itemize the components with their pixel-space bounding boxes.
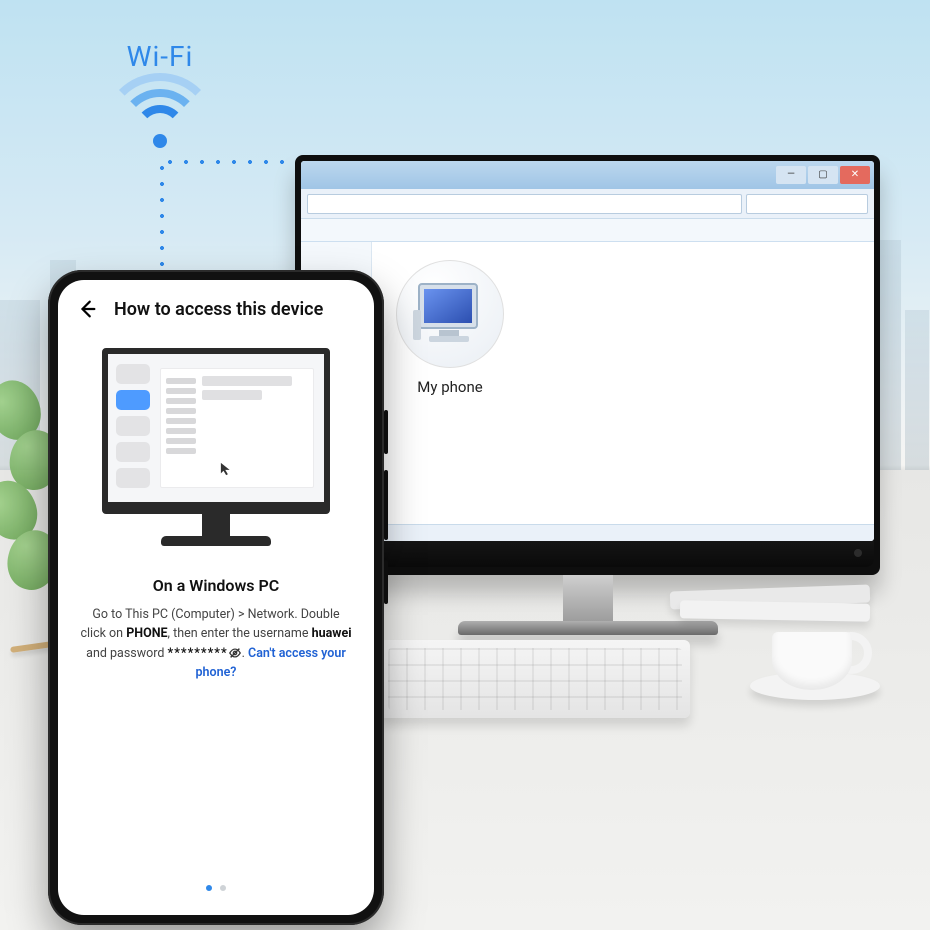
- pager-dot[interactable]: [220, 885, 226, 891]
- wifi-label: Wi-Fi: [100, 40, 220, 73]
- instruction-text: Go to This PC (Computer) > Network. Doub…: [80, 605, 352, 683]
- network-device-item[interactable]: My phone: [390, 260, 510, 396]
- window-titlebar: — ▢ ✕: [301, 161, 874, 189]
- cup-decor: [750, 620, 880, 700]
- back-button[interactable]: [76, 298, 98, 320]
- computer-icon: [396, 260, 504, 368]
- pager-dot[interactable]: [206, 885, 212, 891]
- phone-device: How to access this device: [48, 270, 384, 925]
- explorer-commandbar: [301, 219, 874, 242]
- wifi-icon: [100, 78, 220, 148]
- instruction-illustration: [58, 328, 374, 556]
- address-bar[interactable]: [307, 194, 742, 214]
- instruction-heading: On a Windows PC: [80, 576, 352, 595]
- explorer-content-area[interactable]: My phone: [372, 242, 874, 524]
- explorer-search-input[interactable]: [746, 194, 868, 214]
- explorer-toolbar: [301, 189, 874, 219]
- window-minimize-button[interactable]: —: [776, 166, 806, 184]
- book-decor: [680, 600, 870, 621]
- page-title: How to access this device: [114, 299, 323, 320]
- network-device-label: My phone: [390, 378, 510, 396]
- wifi-indicator: Wi-Fi: [100, 40, 220, 148]
- pager-dots: [58, 885, 374, 915]
- eye-off-icon[interactable]: [228, 646, 242, 660]
- keyboard-decor: [380, 640, 690, 718]
- scene-root: Wi-Fi — ▢ ✕: [0, 0, 930, 930]
- window-maximize-button[interactable]: ▢: [808, 166, 838, 184]
- window-close-button[interactable]: ✕: [840, 166, 870, 184]
- phone-screen: How to access this device: [58, 280, 374, 915]
